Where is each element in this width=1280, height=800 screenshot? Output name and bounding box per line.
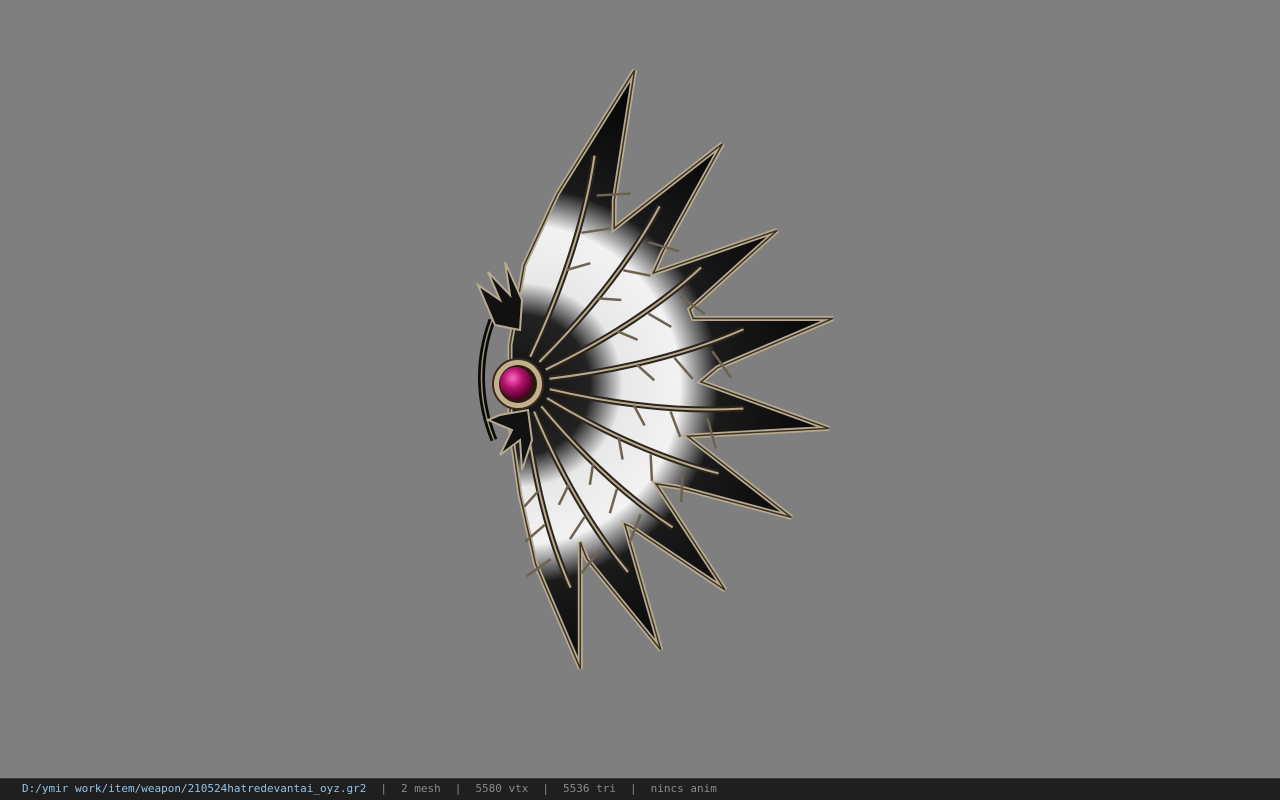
weapon-spikes-top [475, 261, 524, 332]
anim-status: nincs anim [650, 782, 717, 795]
weapon-blades [507, 68, 834, 670]
triangle-count: 5536 tri [562, 782, 616, 795]
status-bar: D:/ymir work/item/weapon/210524hatredeva… [0, 778, 1280, 800]
gem [500, 367, 532, 399]
vertex-count: 5580 vtx [475, 782, 529, 795]
3d-viewport[interactable] [0, 0, 1280, 778]
separator: | [629, 782, 637, 795]
separator: | [454, 782, 462, 795]
mesh-count: 2 mesh [401, 782, 441, 795]
weapon-model [475, 68, 834, 670]
separator: | [542, 782, 549, 795]
separator: | [380, 782, 387, 795]
weapon-spikes-bottom [485, 408, 534, 471]
file-path: D:/ymir work/item/weapon/210524hatredeva… [22, 782, 367, 795]
